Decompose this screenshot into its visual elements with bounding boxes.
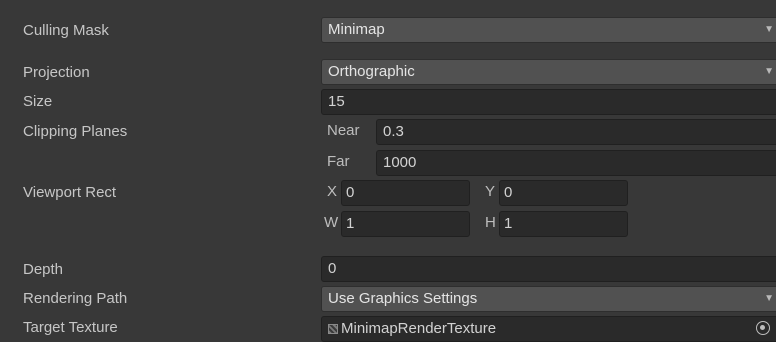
depth-label: Depth <box>23 261 64 278</box>
projection-dropdown[interactable]: Orthographic ▼ <box>321 59 776 85</box>
viewport-w-field[interactable]: 1 <box>341 211 470 237</box>
viewport-h-field[interactable]: 1 <box>499 211 628 237</box>
viewport-y-field[interactable]: 0 <box>499 180 628 206</box>
viewport-rect-label: Viewport Rect <box>23 184 117 201</box>
depth-field[interactable]: 0 <box>321 256 776 282</box>
size-label: Size <box>23 93 53 110</box>
chevron-down-icon: ▼ <box>764 24 774 35</box>
target-texture-value: MinimapRenderTexture <box>341 320 497 337</box>
viewport-y-label[interactable]: Y <box>485 180 495 204</box>
projection-label: Projection <box>23 64 90 81</box>
far-clip-field[interactable]: 1000 <box>376 150 776 176</box>
viewport-h-label[interactable]: H <box>485 211 496 235</box>
chevron-down-icon: ▼ <box>764 293 774 304</box>
chevron-down-icon: ▼ <box>764 66 774 77</box>
viewport-x-label[interactable]: X <box>327 180 337 204</box>
culling-mask-label: Culling Mask <box>23 22 109 39</box>
near-label[interactable]: Near <box>327 119 360 143</box>
target-texture-field[interactable]: MinimapRenderTexture <box>321 316 776 342</box>
viewport-w-label[interactable]: W <box>324 211 338 235</box>
rendering-path-value: Use Graphics Settings <box>328 290 478 307</box>
target-texture-label: Target Texture <box>23 319 118 336</box>
near-clip-field[interactable]: 0.3 <box>376 119 776 145</box>
rendering-path-label: Rendering Path <box>23 290 128 307</box>
culling-mask-dropdown[interactable]: Minimap ▼ <box>321 17 776 43</box>
object-picker-icon[interactable] <box>756 321 770 335</box>
render-texture-icon <box>328 324 338 334</box>
rendering-path-dropdown[interactable]: Use Graphics Settings ▼ <box>321 286 776 312</box>
viewport-x-field[interactable]: 0 <box>341 180 470 206</box>
far-label[interactable]: Far <box>327 150 350 174</box>
size-field[interactable]: 15 <box>321 89 776 115</box>
culling-mask-value: Minimap <box>328 21 385 38</box>
projection-value: Orthographic <box>328 63 415 80</box>
clipping-planes-label: Clipping Planes <box>23 123 128 140</box>
